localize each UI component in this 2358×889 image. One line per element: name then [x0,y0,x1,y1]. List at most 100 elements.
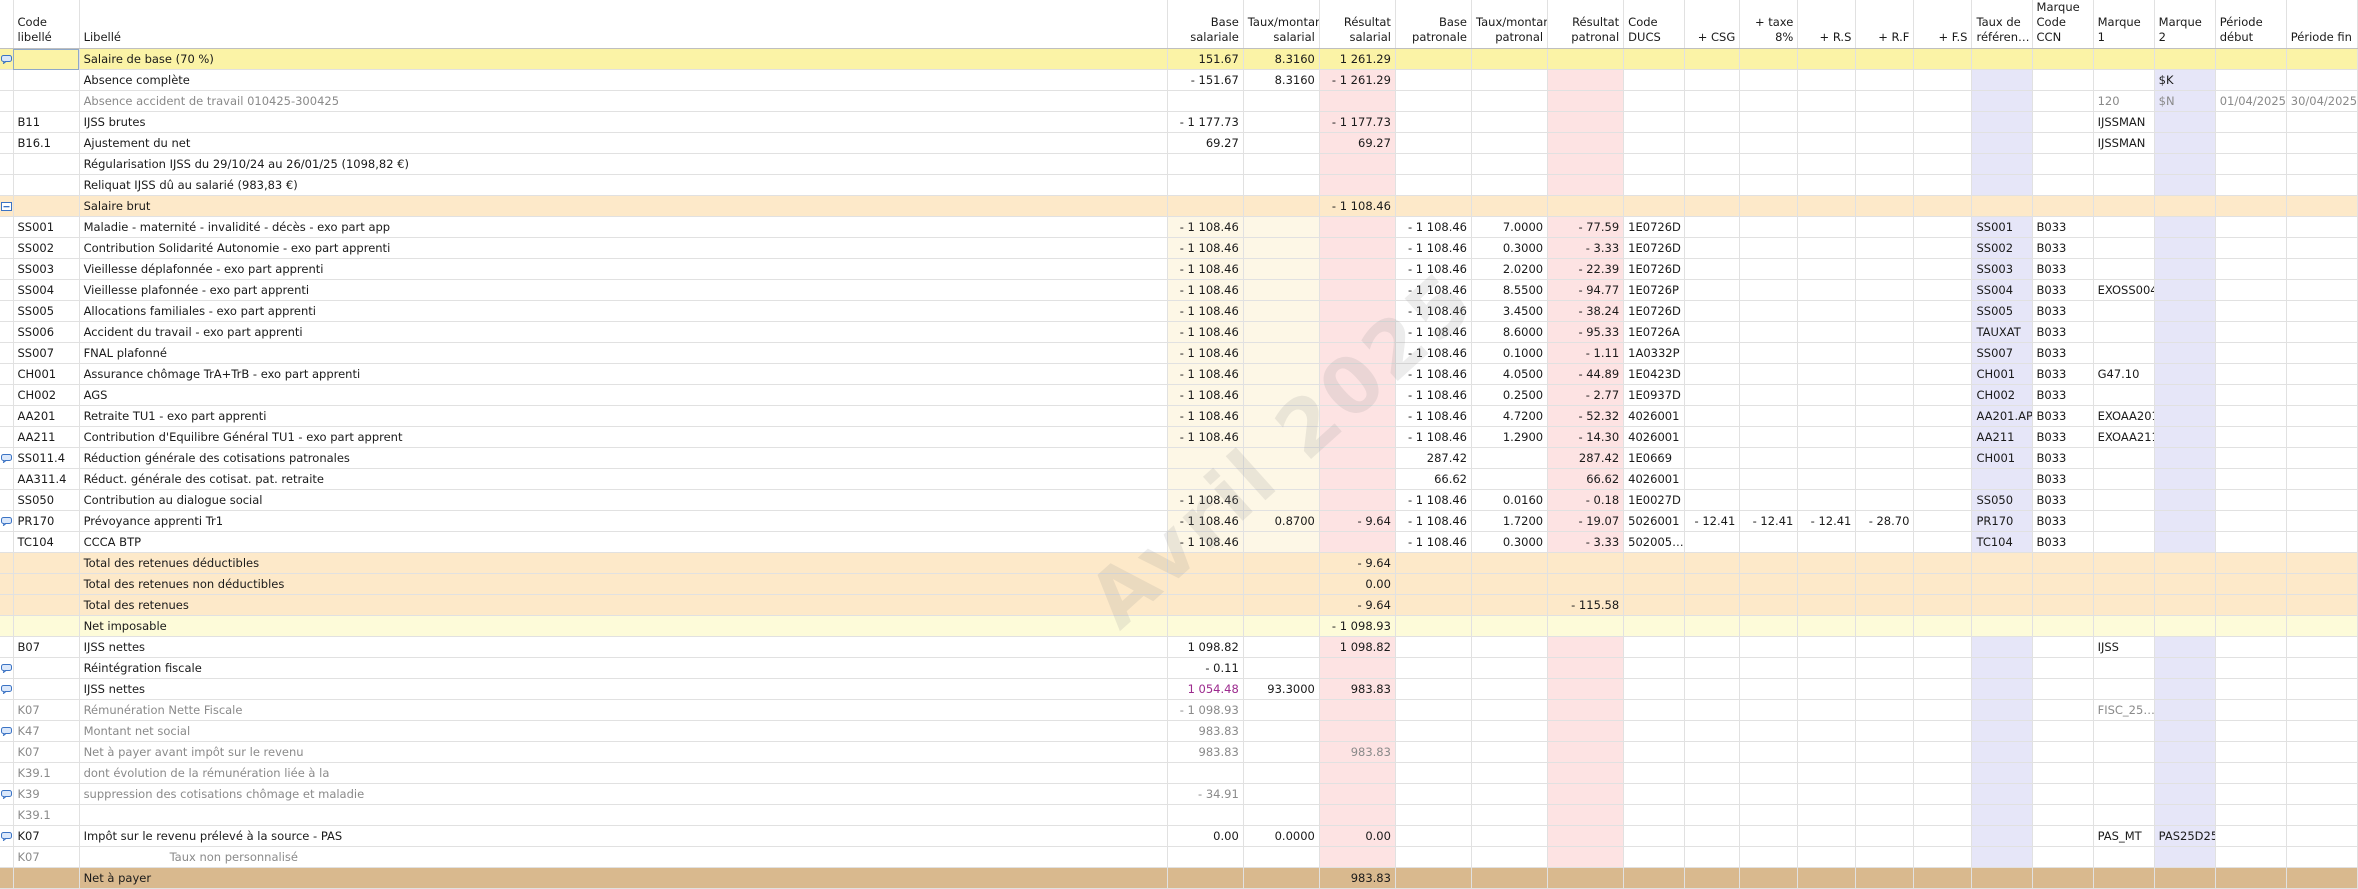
cell[interactable]: B07 [13,636,80,658]
cell[interactable] [1547,615,1625,637]
cell[interactable] [2032,90,2094,112]
cell[interactable] [2032,153,2094,175]
cell[interactable] [2215,531,2287,553]
cell[interactable] [1167,615,1244,637]
table-row[interactable]: K07 Taux non personnalisé [0,846,2358,868]
cell[interactable]: TC104 [1971,531,2033,553]
cell[interactable]: - 1 098.93 [1319,615,1396,637]
cell[interactable]: - 1 108.46 [1395,363,1473,385]
cell[interactable]: Net imposable [79,615,1168,637]
cell[interactable]: - 1 108.46 [1167,489,1244,511]
cell[interactable] [1547,825,1625,847]
cell[interactable] [1395,174,1473,196]
cell[interactable] [1797,594,1857,616]
cell[interactable] [1547,552,1625,574]
table-row[interactable]: Salaire brut - 1 108.46 [0,195,2358,217]
cell[interactable] [1971,804,2033,826]
cell[interactable] [2032,111,2094,133]
cell[interactable]: TAUXAT [1971,321,2033,343]
cell[interactable] [2286,195,2358,217]
cell[interactable] [2286,258,2358,280]
cell[interactable]: - 1.11 [1547,342,1625,364]
cell[interactable] [1547,720,1625,742]
cell[interactable] [1243,762,1320,784]
cell[interactable] [13,615,80,637]
cell[interactable] [13,552,80,574]
cell[interactable] [1855,321,1915,343]
cell[interactable] [13,678,80,700]
cell[interactable] [1971,657,2033,679]
cell[interactable] [1684,69,1741,91]
cell[interactable] [2215,384,2287,406]
cell[interactable]: 0.0160 [1471,489,1549,511]
cell[interactable] [2286,657,2358,679]
cell[interactable]: - 3.33 [1547,531,1625,553]
cell[interactable] [1971,762,2033,784]
table-row[interactable]: K39.1 dont évolution de la rémunération l… [0,762,2358,784]
cell[interactable]: - 1 177.73 [1167,111,1244,133]
cell[interactable]: SS002 [13,237,80,259]
column-header[interactable]: Résultat patronal [1547,0,1625,49]
column-header[interactable]: Taux/montant salarial [1243,0,1320,49]
cell[interactable] [1547,699,1625,721]
cell[interactable] [1395,111,1473,133]
cell[interactable] [2154,552,2216,574]
cell[interactable] [1739,573,1799,595]
cell[interactable] [1797,720,1857,742]
cell[interactable] [1855,678,1915,700]
cell[interactable] [2093,195,2155,217]
cell[interactable] [1855,804,1915,826]
cell[interactable] [2154,447,2216,469]
cell[interactable] [2032,867,2094,889]
table-row[interactable]: K07 Impôt sur le revenu prélevé à la sour… [0,825,2358,847]
cell[interactable] [1684,132,1741,154]
cell[interactable]: 8.6000 [1471,321,1549,343]
cell[interactable] [1739,111,1799,133]
table-row[interactable]: Net imposable - 1 098.93 [0,615,2358,637]
cell[interactable]: - 1 108.46 [1167,237,1244,259]
cell[interactable]: SS050 [1971,489,2033,511]
cell[interactable] [2215,867,2287,889]
cell[interactable] [2286,783,2358,805]
cell[interactable] [2215,300,2287,322]
table-row[interactable]: K39 suppression des cotisations chômage e… [0,783,2358,805]
cell[interactable] [1855,384,1915,406]
cell[interactable] [1913,678,1973,700]
cell[interactable] [1547,657,1625,679]
table-row[interactable]: Net à payer 983.83 [0,867,2358,889]
cell[interactable] [2154,720,2216,742]
cell[interactable]: B033 [2032,531,2094,553]
cell[interactable] [2032,678,2094,700]
cell[interactable] [2215,468,2287,490]
cell[interactable]: - 22.39 [1547,258,1625,280]
cell[interactable]: 287.42 [1395,447,1473,469]
column-header[interactable]: Libellé [79,0,1168,49]
cell[interactable]: SS004 [13,279,80,301]
cell[interactable] [2093,846,2155,868]
cell[interactable] [1855,195,1915,217]
cell[interactable] [2032,174,2094,196]
cell[interactable] [2093,720,2155,742]
cell[interactable] [2215,69,2287,91]
cell[interactable]: - 14.30 [1547,426,1625,448]
cell[interactable] [1739,48,1799,70]
cell[interactable]: Rémunération Nette Fiscale [79,699,1168,721]
cell[interactable] [1623,867,1686,889]
cell[interactable] [1913,804,1973,826]
cell[interactable]: 1 054.48 [1167,678,1244,700]
column-header[interactable]: + R.F [1855,0,1915,49]
cell[interactable] [2154,300,2216,322]
cell[interactable] [2093,804,2155,826]
cell[interactable]: 01/04/2025 [2215,90,2287,112]
cell[interactable] [1684,825,1741,847]
cell[interactable] [79,804,1168,826]
cell[interactable]: Total des retenues non déductibles [79,573,1168,595]
cell[interactable] [1395,615,1473,637]
cell[interactable] [2093,258,2155,280]
cell[interactable]: 3.4500 [1471,300,1549,322]
cell[interactable] [1739,90,1799,112]
cell[interactable]: 1E0027D [1623,489,1686,511]
cell[interactable] [2286,342,2358,364]
table-row[interactable]: IJSS nettes 1 054.48 93.3000 983.83 [0,678,2358,700]
cell[interactable] [1395,594,1473,616]
